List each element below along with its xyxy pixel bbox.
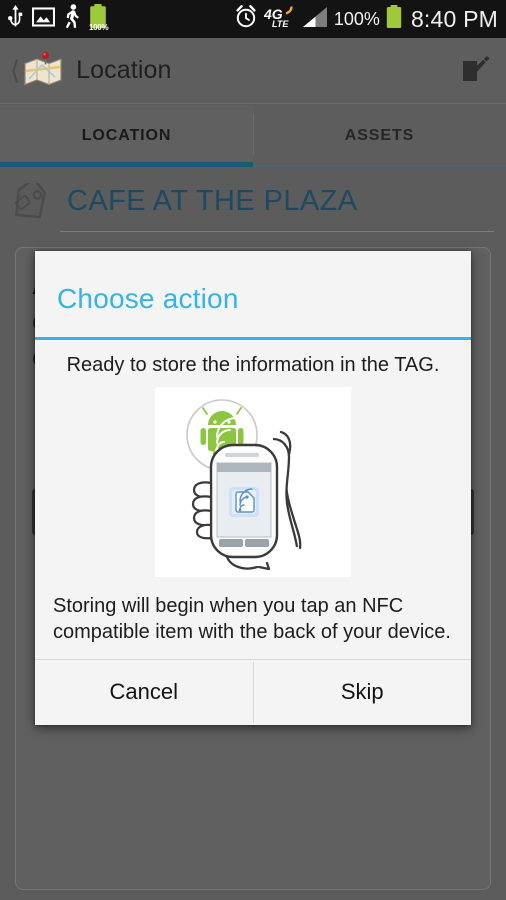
dialog-message-top: Ready to store the information in the TA… xyxy=(66,354,440,376)
dialog-body: Ready to store the information in the TA… xyxy=(35,340,471,659)
dialog-message-bottom: Storing will begin when you tap an NFC c… xyxy=(53,595,451,643)
dialog-button-bar: Cancel Skip xyxy=(35,659,471,725)
nfc-tap-phone-android-illustration xyxy=(155,387,351,577)
cancel-button[interactable]: Cancel xyxy=(35,660,253,725)
skip-button[interactable]: Skip xyxy=(253,660,471,725)
choose-action-dialog: Choose action Ready to store the informa… xyxy=(35,251,471,725)
dialog-title: Choose action xyxy=(57,283,239,314)
dialog-scrim: Choose action Ready to store the informa… xyxy=(0,0,506,900)
screen: 100% 4G LTE 100% 8:40 PM ⟨ Location LOCA… xyxy=(0,0,506,900)
